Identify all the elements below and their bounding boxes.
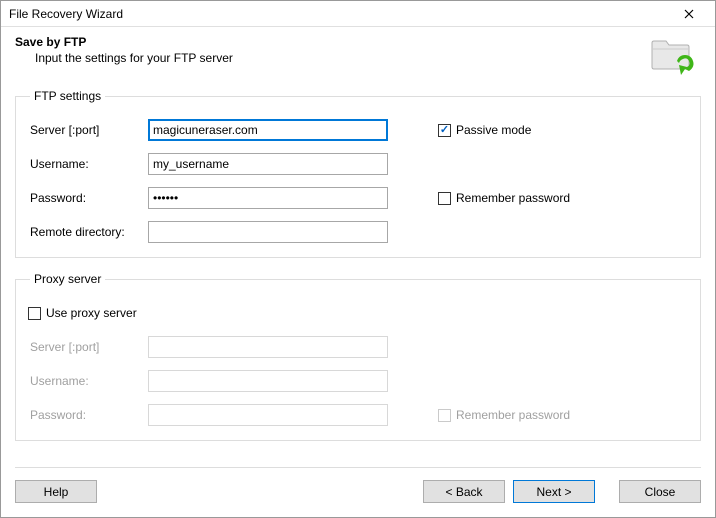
ftp-legend: FTP settings xyxy=(30,89,105,103)
ftp-server-label: Server [:port] xyxy=(30,123,148,137)
wizard-window: File Recovery Wizard Save by FTP Input t… xyxy=(0,0,716,518)
ftp-remote-input[interactable] xyxy=(148,221,388,243)
proxy-username-label: Username: xyxy=(30,374,148,388)
footer: Help < Back Next > Close xyxy=(1,468,715,517)
proxy-remember-checkbox xyxy=(438,409,451,422)
close-button[interactable]: Close xyxy=(619,480,701,503)
ftp-remote-label: Remote directory: xyxy=(30,225,148,239)
page-subtitle: Input the settings for your FTP server xyxy=(15,51,649,65)
back-button[interactable]: < Back xyxy=(423,480,505,503)
ftp-server-input[interactable] xyxy=(148,119,388,141)
remember-password-checkbox[interactable] xyxy=(438,192,451,205)
ftp-username-input[interactable] xyxy=(148,153,388,175)
use-proxy-checkbox[interactable] xyxy=(28,307,41,320)
passive-mode-checkbox[interactable] xyxy=(438,124,451,137)
help-button[interactable]: Help xyxy=(15,480,97,503)
next-button[interactable]: Next > xyxy=(513,480,595,503)
page-title: Save by FTP xyxy=(15,35,649,49)
passive-mode-label: Passive mode xyxy=(456,123,531,137)
use-proxy-label: Use proxy server xyxy=(46,306,137,320)
proxy-password-label: Password: xyxy=(30,408,148,422)
proxy-legend: Proxy server xyxy=(30,272,105,286)
window-title: File Recovery Wizard xyxy=(9,7,669,21)
ftp-folder-icon xyxy=(649,35,697,77)
titlebar: File Recovery Wizard xyxy=(1,1,715,27)
proxy-remember-label: Remember password xyxy=(456,408,570,422)
proxy-server-label: Server [:port] xyxy=(30,340,148,354)
ftp-password-input[interactable] xyxy=(148,187,388,209)
header: Save by FTP Input the settings for your … xyxy=(1,27,715,89)
proxy-server-group: Proxy server Use proxy server Server [:p… xyxy=(15,272,701,441)
ftp-username-label: Username: xyxy=(30,157,148,171)
ftp-password-label: Password: xyxy=(30,191,148,205)
proxy-username-input xyxy=(148,370,388,392)
remember-password-label: Remember password xyxy=(456,191,570,205)
proxy-password-input xyxy=(148,404,388,426)
close-icon[interactable] xyxy=(669,2,709,26)
proxy-server-input xyxy=(148,336,388,358)
content: FTP settings Server [:port] Passive mode… xyxy=(1,89,715,459)
ftp-settings-group: FTP settings Server [:port] Passive mode… xyxy=(15,89,701,258)
